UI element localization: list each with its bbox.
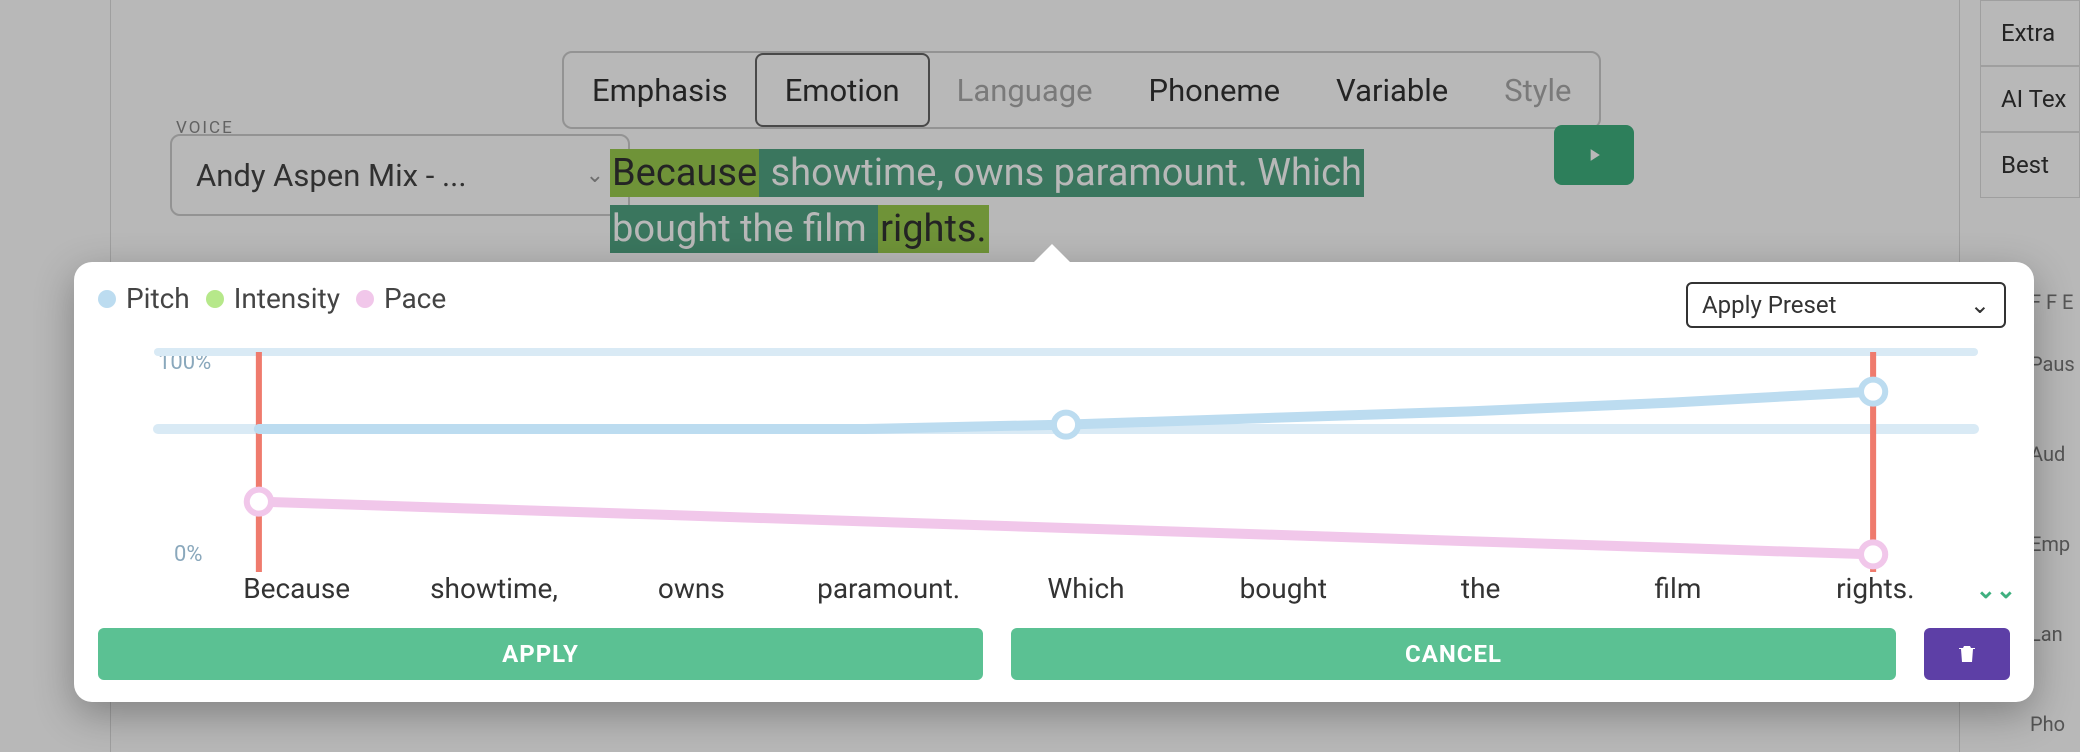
curve-chart[interactable] xyxy=(158,352,1974,572)
emotion-editor-popover: Pitch Intensity Pace Apply Preset ⌄ 100%… xyxy=(74,262,2034,702)
apply-button[interactable]: APPLY xyxy=(98,628,983,680)
legend-pace[interactable]: Pace xyxy=(356,282,446,315)
word-axis: Becauseshowtime,ownsparamount.Whichbough… xyxy=(198,572,1974,605)
word-tick: showtime, xyxy=(395,572,592,605)
chevron-down-icon: ⌄ xyxy=(1970,291,1990,319)
pitch-dot-icon xyxy=(98,290,116,308)
apply-preset-select[interactable]: Apply Preset ⌄ xyxy=(1686,282,2006,328)
word-tick: rights. xyxy=(1777,572,1974,605)
word-tick: paramount. xyxy=(790,572,987,605)
legend-pitch[interactable]: Pitch xyxy=(98,282,190,315)
legend-intensity-label: Intensity xyxy=(234,282,340,315)
word-tick: bought xyxy=(1185,572,1382,605)
legend-intensity[interactable]: Intensity xyxy=(206,282,340,315)
word-tick: owns xyxy=(593,572,790,605)
legend-pace-label: Pace xyxy=(384,282,446,315)
legend-pitch-label: Pitch xyxy=(126,282,190,315)
popover-caret xyxy=(1030,244,1074,266)
popover-footer: APPLY CANCEL xyxy=(98,628,2010,680)
delete-button[interactable] xyxy=(1924,628,2010,680)
trash-icon xyxy=(1955,642,1979,666)
word-tick: the xyxy=(1382,572,1579,605)
pace-dot-icon xyxy=(356,290,374,308)
word-tick: Which xyxy=(987,572,1184,605)
expand-down-icon[interactable]: ⌄⌄ xyxy=(1976,576,2016,604)
word-tick: Because xyxy=(198,572,395,605)
preset-label: Apply Preset xyxy=(1702,291,1837,319)
word-tick: film xyxy=(1579,572,1776,605)
cancel-button[interactable]: CANCEL xyxy=(1011,628,1896,680)
intensity-dot-icon xyxy=(206,290,224,308)
